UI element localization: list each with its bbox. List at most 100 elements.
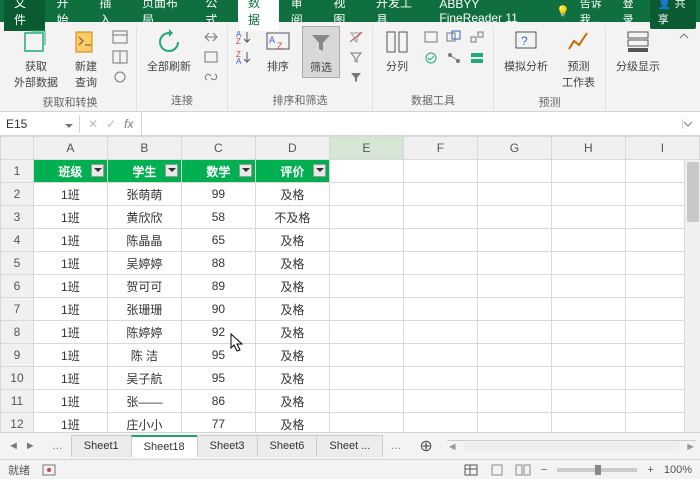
cell[interactable] xyxy=(403,160,477,183)
filter-dropdown-button[interactable] xyxy=(313,164,326,177)
cell[interactable]: 及格 xyxy=(255,252,329,275)
cell[interactable] xyxy=(477,390,551,413)
cell[interactable]: 及格 xyxy=(255,367,329,390)
filter-dropdown-button[interactable] xyxy=(239,164,252,177)
cell[interactable] xyxy=(329,390,403,413)
cell[interactable]: 及格 xyxy=(255,183,329,206)
cell[interactable] xyxy=(329,298,403,321)
cell[interactable] xyxy=(477,252,551,275)
cell[interactable]: 86 xyxy=(181,390,255,413)
filter-dropdown-button[interactable] xyxy=(165,164,178,177)
cell[interactable] xyxy=(403,321,477,344)
cell[interactable] xyxy=(551,183,625,206)
cell[interactable]: 1班 xyxy=(33,252,107,275)
view-page-layout-button[interactable] xyxy=(489,463,505,477)
cell[interactable] xyxy=(477,367,551,390)
cell[interactable]: 1班 xyxy=(33,390,107,413)
view-page-break-button[interactable] xyxy=(515,463,531,477)
cell[interactable] xyxy=(403,275,477,298)
cell[interactable]: 1班 xyxy=(33,229,107,252)
share-button[interactable]: 👤 共享 xyxy=(650,0,696,29)
row-header[interactable]: 11 xyxy=(1,390,34,413)
row-header[interactable]: 5 xyxy=(1,252,34,275)
cell[interactable]: 58 xyxy=(181,206,255,229)
row-header[interactable]: 12 xyxy=(1,413,34,433)
get-external-data-button[interactable]: 获取 外部数据 xyxy=(10,26,62,92)
cell[interactable] xyxy=(403,344,477,367)
cell[interactable]: 88 xyxy=(181,252,255,275)
worksheet-grid[interactable]: A B C D E F G H I 1班级学生数学评价21班张萌萌99及格31班… xyxy=(0,136,700,432)
cell[interactable]: 黄欣欣 xyxy=(107,206,181,229)
sheet-tab[interactable]: Sheet6 xyxy=(257,435,318,457)
cell[interactable]: 1班 xyxy=(33,275,107,298)
zoom-out-button[interactable]: − xyxy=(541,464,547,476)
cell[interactable] xyxy=(551,413,625,433)
cell[interactable]: 吴子航 xyxy=(107,367,181,390)
enter-formula-button[interactable]: ✓ xyxy=(106,117,116,131)
cell[interactable]: 77 xyxy=(181,413,255,433)
cell[interactable]: 90 xyxy=(181,298,255,321)
filter-button[interactable]: 筛选 xyxy=(302,26,340,78)
cell[interactable] xyxy=(551,275,625,298)
row-header[interactable]: 8 xyxy=(1,321,34,344)
cell[interactable] xyxy=(329,183,403,206)
outline-button[interactable]: 分级显示 xyxy=(612,26,664,76)
cell[interactable] xyxy=(477,183,551,206)
cell[interactable] xyxy=(477,206,551,229)
cell[interactable]: 数学 xyxy=(181,160,255,183)
sheet-tab[interactable]: Sheet18 xyxy=(131,435,198,457)
sort-asc-button[interactable]: AZ xyxy=(234,28,254,46)
cell[interactable]: 92 xyxy=(181,321,255,344)
cell[interactable]: 及格 xyxy=(255,321,329,344)
tab-scroll-right-button[interactable]: ► xyxy=(25,440,36,452)
sort-button[interactable]: AZ 排序 xyxy=(260,26,296,76)
cell[interactable]: 张—— xyxy=(107,390,181,413)
select-all-corner[interactable] xyxy=(1,137,34,160)
connections-button[interactable] xyxy=(201,28,221,46)
show-queries-button[interactable] xyxy=(110,28,130,46)
cell[interactable]: 及格 xyxy=(255,413,329,433)
cell[interactable]: 99 xyxy=(181,183,255,206)
cell[interactable] xyxy=(477,298,551,321)
cell[interactable] xyxy=(551,160,625,183)
cell[interactable]: 吴婷婷 xyxy=(107,252,181,275)
from-table-button[interactable] xyxy=(110,48,130,66)
cell[interactable] xyxy=(551,298,625,321)
cell[interactable] xyxy=(329,321,403,344)
tabs-overflow-left[interactable]: … xyxy=(44,440,71,452)
cell[interactable] xyxy=(551,344,625,367)
cell[interactable]: 95 xyxy=(181,367,255,390)
cell[interactable]: 不及格 xyxy=(255,206,329,229)
tab-abbyy[interactable]: ABBYY FineReader 11 xyxy=(429,0,554,28)
clear-filter-button[interactable] xyxy=(346,28,366,46)
cell[interactable] xyxy=(403,183,477,206)
tabs-overflow-right[interactable]: … xyxy=(382,440,409,452)
row-header[interactable]: 1 xyxy=(1,160,34,183)
cell[interactable] xyxy=(403,206,477,229)
cell[interactable] xyxy=(551,321,625,344)
macro-record-icon[interactable] xyxy=(42,463,56,477)
cell[interactable]: 1班 xyxy=(33,413,107,433)
cell[interactable] xyxy=(551,206,625,229)
cell[interactable] xyxy=(551,390,625,413)
cell[interactable] xyxy=(329,160,403,183)
data-validation-button[interactable] xyxy=(421,49,441,67)
cell[interactable]: 张萌萌 xyxy=(107,183,181,206)
consolidate-button[interactable] xyxy=(467,28,487,46)
remove-duplicates-button[interactable] xyxy=(444,28,464,46)
cell[interactable] xyxy=(403,390,477,413)
cell[interactable] xyxy=(329,206,403,229)
col-header-E[interactable]: E xyxy=(329,137,403,160)
name-box[interactable]: E15 xyxy=(0,115,80,133)
cell[interactable]: 95 xyxy=(181,344,255,367)
cell[interactable] xyxy=(329,367,403,390)
tab-scroll-left-button[interactable]: ◄ xyxy=(8,440,19,452)
cell[interactable]: 及格 xyxy=(255,275,329,298)
cell[interactable] xyxy=(329,275,403,298)
fx-icon[interactable]: fx xyxy=(124,117,133,131)
cancel-formula-button[interactable]: ✕ xyxy=(88,117,98,131)
sheet-tab[interactable]: Sheet ... xyxy=(316,435,383,457)
sheet-tab[interactable]: Sheet1 xyxy=(71,435,132,457)
cell[interactable]: 陈婷婷 xyxy=(107,321,181,344)
cell[interactable] xyxy=(551,367,625,390)
